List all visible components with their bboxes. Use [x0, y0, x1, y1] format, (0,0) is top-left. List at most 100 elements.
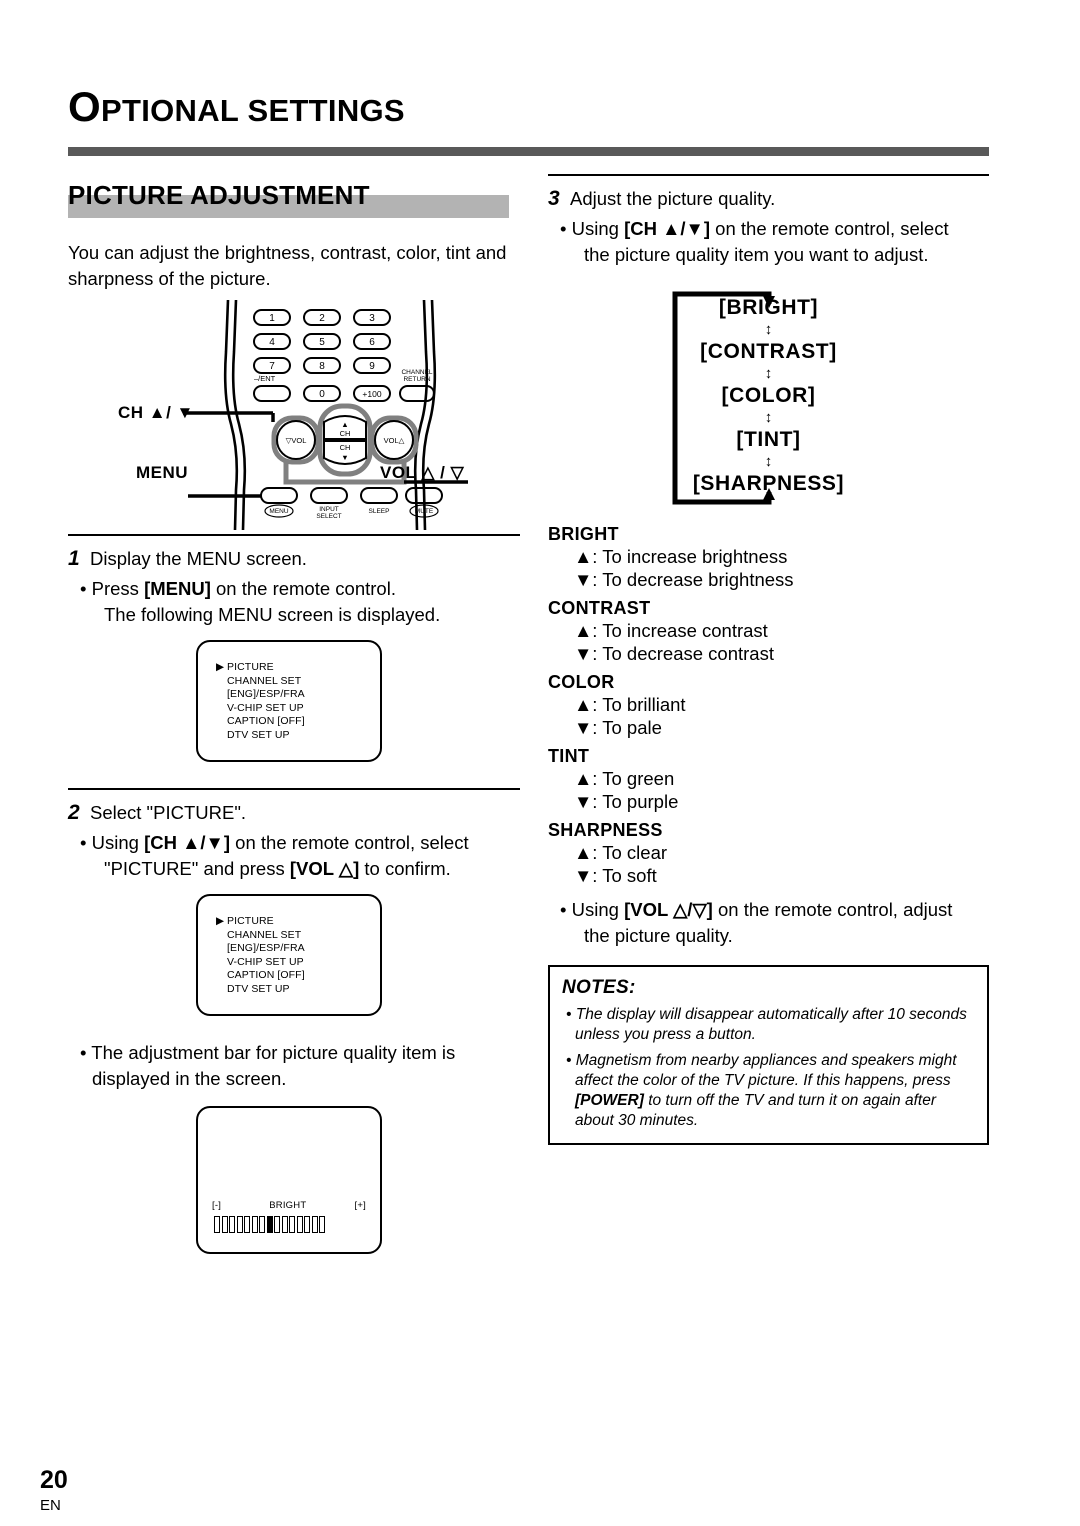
- bar-segment: [274, 1216, 280, 1233]
- double-arrow-icon: ↕: [764, 321, 773, 338]
- step-1-title: Display the MENU screen.: [90, 548, 307, 569]
- left-column: PICTURE ADJUSTMENT You can adjust the br…: [68, 180, 520, 1254]
- cycle-connector: ↕: [548, 366, 989, 384]
- remote-control-illustration: 1 2 3 4 5 6 7 8 9 0 +100 –/ENT CHANNEL RETURN: [68, 299, 520, 531]
- step-3-title: Adjust the picture quality.: [570, 188, 776, 209]
- vol-key-ref: [VOL △/▽]: [624, 899, 713, 920]
- double-arrow-icon: ↕: [764, 365, 773, 382]
- vol-adjust-bullet: • Using [VOL △/▽] on the remote control,…: [548, 897, 989, 949]
- osd-menu-label: CHANNEL SET: [227, 674, 302, 687]
- adj-name-color: COLOR: [548, 672, 615, 692]
- double-arrow-icon: ↕: [764, 453, 773, 470]
- osd-menu-label: [ENG]/ESP/FRA: [227, 942, 305, 955]
- osd-menu-item-vchip: V-CHIP SET UP: [216, 702, 305, 716]
- bar-segment: [289, 1216, 295, 1233]
- chapter-drop-cap: O: [68, 83, 101, 130]
- svg-text:SLEEP: SLEEP: [369, 508, 390, 515]
- remote-label-menu: MENU: [136, 463, 189, 482]
- adj-down-contrast: ▼: To decrease contrast: [574, 643, 774, 664]
- svg-text:0: 0: [319, 389, 325, 400]
- osd-menu-label: [ENG]/ESP/FRA: [227, 688, 305, 701]
- osd-menu-item-language: [ENG]/ESP/FRA: [216, 942, 305, 956]
- osd-menu-item-channel-set: CHANNEL SET: [216, 929, 305, 943]
- svg-text:SELECT: SELECT: [316, 513, 341, 520]
- svg-text:INPUT: INPUT: [319, 506, 339, 513]
- step-3-number: 3: [548, 187, 560, 210]
- osd-bar-title: BRIGHT: [269, 1200, 307, 1211]
- adj-up-contrast: ▲: To increase contrast: [574, 620, 768, 641]
- step-1-bullet-cont: The following MENU screen is displayed.: [104, 604, 441, 625]
- adj-up-bright: ▲: To increase brightness: [574, 546, 788, 567]
- svg-text:+100: +100: [362, 389, 381, 399]
- cycle-connector: ↕: [548, 410, 989, 428]
- bar-segment-active: [266, 1216, 273, 1233]
- menu-caret-icon: ▶: [216, 915, 225, 927]
- intro-text: You can adjust the brightness, contrast,…: [68, 242, 507, 289]
- page-number: 20: [40, 1466, 68, 1494]
- osd-menu-label: PICTURE: [227, 661, 274, 673]
- osd-menu-list-2: ▶ PICTURE CHANNEL SET [ENG]/ESP/FRA V-CHI…: [216, 915, 305, 997]
- section-title: PICTURE ADJUSTMENT: [68, 180, 370, 210]
- osd-menu-label: CAPTION [OFF]: [227, 969, 305, 982]
- osd-menu-item-dtv: DTV SET UP: [216, 983, 305, 997]
- bar-segment: [296, 1216, 303, 1233]
- step-2: 2 Select "PICTURE".: [68, 800, 520, 826]
- menu-key-ref: [MENU]: [144, 578, 211, 599]
- osd-bar-labels: [-] BRIGHT [+]: [212, 1200, 366, 1211]
- cycle-item-tint: [TINT]: [736, 428, 801, 451]
- step-2-title: Select "PICTURE".: [90, 802, 247, 823]
- osd-menu-item-picture: ▶ PICTURE: [216, 661, 305, 675]
- bar-segment: [304, 1216, 310, 1233]
- step-2-bullet-tail: on the remote control, select: [230, 832, 469, 853]
- power-key-ref: [POWER]: [575, 1092, 644, 1109]
- step-3-bullet-tail: on the remote control, select: [710, 218, 949, 239]
- osd-menu-label: CHANNEL SET: [227, 928, 302, 941]
- step-1-bullet: • Press [MENU] on the remote control. Th…: [68, 576, 520, 628]
- svg-text:MENU: MENU: [269, 508, 288, 515]
- svg-text:MUTE: MUTE: [415, 508, 434, 515]
- svg-text:6: 6: [369, 337, 375, 348]
- step-2-note: • The adjustment bar for picture quality…: [80, 1042, 456, 1089]
- bar-segment: [259, 1216, 265, 1233]
- section-heading: PICTURE ADJUSTMENT: [68, 180, 520, 218]
- svg-text:▽VOL: ▽VOL: [286, 436, 307, 445]
- adj-name-tint: TINT: [548, 746, 590, 766]
- svg-text:RETURN: RETURN: [403, 376, 430, 383]
- svg-text:3: 3: [369, 313, 375, 324]
- osd-menu-label: PICTURE: [227, 915, 274, 927]
- step-1: 1 Display the MENU screen.: [68, 546, 520, 572]
- osd-menu-label: DTV SET UP: [227, 728, 290, 741]
- note-item-2: • Magnetism from nearby appliances and s…: [566, 1052, 957, 1129]
- step-1-number: 1: [68, 547, 80, 570]
- manual-page: OPTIONAL SETTINGS PICTURE ADJUSTMENT You…: [0, 0, 1080, 1526]
- adjustment-descriptions: BRIGHT ▲: To increase brightness ▼: To d…: [548, 524, 989, 887]
- osd-menu-item-caption: CAPTION [OFF]: [216, 715, 305, 729]
- adj-name-sharpness: SHARPNESS: [548, 820, 663, 840]
- osd-menu-label: CAPTION [OFF]: [227, 715, 305, 728]
- right-column: 3 Adjust the picture quality. • Using [C…: [548, 174, 989, 1145]
- bar-segment: [311, 1216, 318, 1233]
- page-language: EN: [40, 1497, 61, 1514]
- adj-up-sharpness: ▲: To clear: [574, 842, 668, 863]
- vol-bullet-cont: the picture quality.: [584, 925, 733, 946]
- step-3-bullet-text: Using: [571, 218, 625, 239]
- bar-segment: [251, 1216, 258, 1233]
- svg-text:–/ENT: –/ENT: [254, 374, 276, 383]
- osd-menu-screen-1: ▶ PICTURE CHANNEL SET [ENG]/ESP/FRA V-CHI…: [196, 640, 382, 762]
- picture-item-cycle-diagram: [BRIGHT] ↕ [CONTRAST] ↕ [COLOR] ↕ [TINT]…: [548, 286, 989, 514]
- svg-text:2: 2: [319, 313, 325, 324]
- adj-down-bright: ▼: To decrease brightness: [574, 569, 794, 590]
- svg-text:1: 1: [269, 313, 275, 324]
- chapter-title-rest: PTIONAL SETTINGS: [100, 93, 405, 128]
- svg-text:VOL△: VOL△: [384, 436, 406, 445]
- vol-key-ref: [VOL △]: [289, 858, 360, 879]
- notes-heading: NOTES:: [562, 977, 636, 998]
- step-3-bullet-cont: the picture quality item you want to adj…: [584, 244, 929, 265]
- cycle-item-bright: [BRIGHT]: [718, 296, 819, 319]
- bar-segment: [221, 1216, 228, 1233]
- bar-segment: [319, 1216, 325, 1233]
- step-3-bullet: • Using [CH ▲/▼] on the remote control, …: [548, 216, 989, 268]
- ch-key-ref: [CH ▲/▼]: [144, 832, 231, 853]
- svg-text:9: 9: [369, 361, 375, 372]
- osd-menu-list-1: ▶ PICTURE CHANNEL SET [ENG]/ESP/FRA V-CHI…: [216, 661, 305, 743]
